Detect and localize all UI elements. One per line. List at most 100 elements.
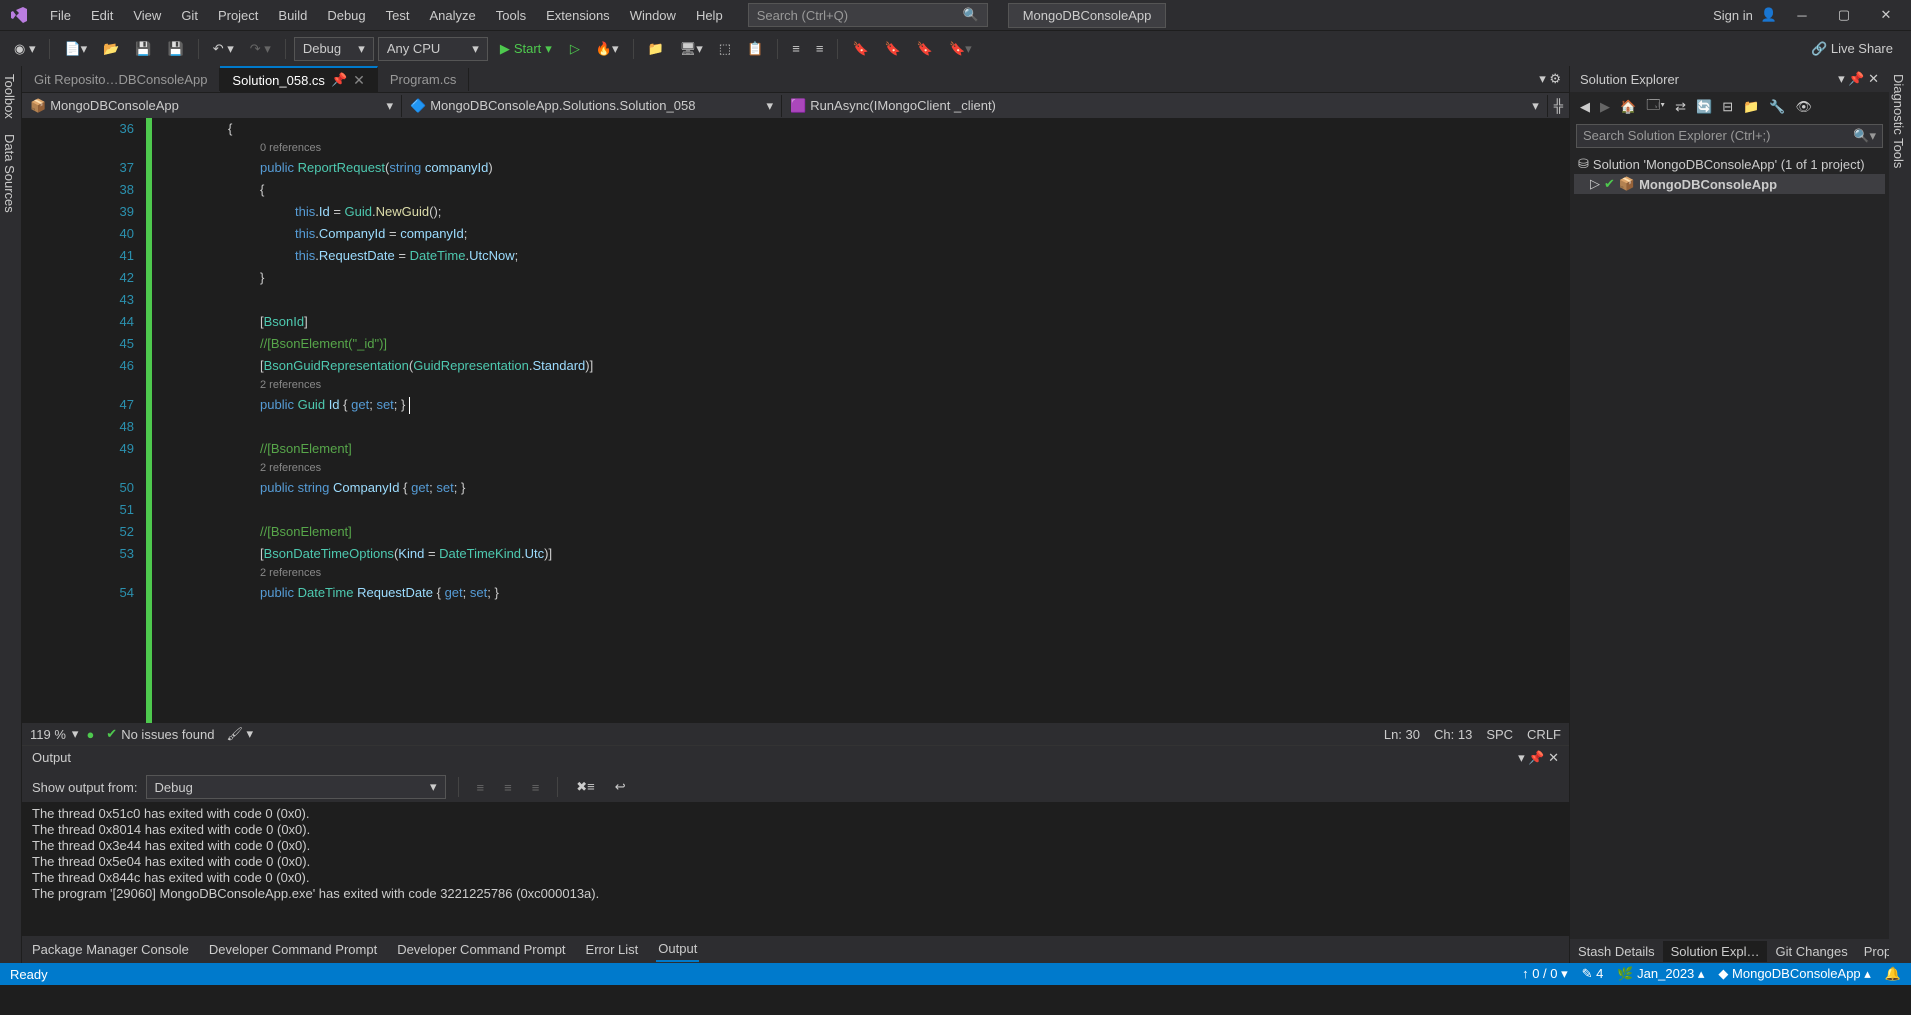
expand-icon[interactable]: ▷ <box>1590 176 1600 192</box>
menu-edit[interactable]: Edit <box>81 4 123 27</box>
bookmark-icon[interactable]: 🔖 <box>846 37 874 61</box>
tab-solution058[interactable]: Solution_058.cs 📌 ✕ <box>220 66 377 93</box>
git-updown[interactable]: ↑ 0 / 0 ▾ <box>1522 966 1568 982</box>
codelens[interactable]: 2 references <box>160 565 1569 582</box>
notifications-icon[interactable]: 🔔 <box>1885 966 1901 982</box>
wrap-icon[interactable]: ↩ <box>609 775 632 799</box>
project-node[interactable]: ▷ ✔ 📦 MongoDBConsoleApp <box>1574 174 1885 194</box>
platform-combo[interactable]: Any CPU▾ <box>378 37 488 61</box>
bookmark-icon[interactable]: 🔖 <box>879 37 907 61</box>
sync-icon[interactable]: ⇄ <box>1671 96 1690 118</box>
output-text[interactable]: The thread 0x51c0 has exited with code 0… <box>22 802 1569 935</box>
fwd-icon[interactable]: ▶ <box>1596 96 1614 118</box>
tab-package-manager[interactable]: Package Manager Console <box>30 938 191 961</box>
show-all-icon[interactable]: 📁 <box>1739 96 1763 118</box>
maximize-button[interactable]: ▢ <box>1827 1 1861 29</box>
tool-icon[interactable]: 📁 <box>642 37 670 61</box>
preview-icon[interactable]: 👁 <box>1791 96 1816 118</box>
back-button[interactable]: ◉ ▾ <box>8 37 41 61</box>
save-all-button[interactable]: 💾 <box>162 37 190 61</box>
menu-test[interactable]: Test <box>376 4 420 27</box>
tool-icon[interactable]: ≡ <box>471 776 491 799</box>
codelens[interactable]: 2 references <box>160 460 1569 477</box>
class-combo[interactable]: 🔷 MongoDBConsoleApp.Solutions.Solution_0… <box>402 95 782 117</box>
open-button[interactable]: 📂 <box>97 37 125 61</box>
tool-icon[interactable]: ≡ <box>498 776 518 799</box>
undo-button[interactable]: ↶ ▾ <box>207 37 240 61</box>
hot-reload-button[interactable]: 🔥▾ <box>590 37 625 61</box>
tab-dev-prompt[interactable]: Developer Command Prompt <box>207 938 379 961</box>
tool-icon[interactable]: ≡ <box>526 776 546 799</box>
code-editor[interactable]: 36 37 38 39 40 41 42 43 44 45 46 47 48 4… <box>22 118 1569 723</box>
menu-help[interactable]: Help <box>686 4 733 27</box>
menu-project[interactable]: Project <box>208 4 268 27</box>
bookmark-icon[interactable]: 🔖 <box>911 37 939 61</box>
issues-label[interactable]: No issues found <box>121 727 214 742</box>
tool-icon[interactable]: 📋 <box>741 37 769 61</box>
close-icon[interactable]: ✕ <box>353 72 365 89</box>
redo-button[interactable]: ↷ ▾ <box>244 37 277 61</box>
panel-controls[interactable]: ▾ 📌 ✕ <box>1838 71 1879 87</box>
live-share-button[interactable]: 🔗 Live Share <box>1801 37 1903 61</box>
codelens[interactable]: 0 references <box>160 140 1569 157</box>
clear-icon[interactable]: ✖≡ <box>570 775 600 799</box>
tool-icon[interactable]: ≡ <box>810 37 830 60</box>
project-combo[interactable]: 📦 MongoDBConsoleApp▾ <box>22 95 402 117</box>
properties-icon[interactable]: 🔧 <box>1765 96 1789 118</box>
split-icon[interactable]: ╬ <box>1548 98 1569 113</box>
tab-gitrepo[interactable]: Git Reposito…DBConsoleApp <box>22 68 220 91</box>
zoom-level[interactable]: 119 % <box>30 727 66 742</box>
tab-stash[interactable]: Stash Details <box>1570 941 1663 962</box>
start-without-debug-button[interactable]: ▷ <box>564 37 586 61</box>
refresh-icon[interactable]: 🔄 <box>1692 96 1716 118</box>
menu-build[interactable]: Build <box>268 4 317 27</box>
home-icon[interactable]: 🏠 <box>1616 96 1640 118</box>
git-branch[interactable]: 🌿 Jan_2023 ▴ <box>1617 966 1704 982</box>
code-content[interactable]: { 0 references public ReportRequest(stri… <box>152 118 1569 723</box>
menu-view[interactable]: View <box>123 4 171 27</box>
diagnostic-tools-tab[interactable]: Diagnostic Tools <box>1891 74 1906 168</box>
tool-icon[interactable]: ≡ <box>786 37 806 60</box>
tab-output[interactable]: Output <box>656 937 699 962</box>
close-button[interactable]: ✕ <box>1869 1 1903 29</box>
tab-git-changes[interactable]: Git Changes <box>1767 941 1855 962</box>
save-button[interactable]: 💾 <box>129 37 157 61</box>
new-project-button[interactable]: 📄▾ <box>58 37 93 61</box>
start-button[interactable]: ▶ Start ▾ <box>492 37 560 61</box>
window-options-icon[interactable]: ▾ ⚙ <box>1531 71 1569 87</box>
switch-icon[interactable]: 🗔▾ <box>1642 93 1669 121</box>
collapse-icon[interactable]: ⊟ <box>1718 96 1737 118</box>
search-input[interactable]: Search (Ctrl+Q) 🔍 <box>748 3 988 27</box>
method-combo[interactable]: 🟪 RunAsync(IMongoClient _client)▾ <box>782 95 1548 117</box>
menu-tools[interactable]: Tools <box>486 4 536 27</box>
menu-debug[interactable]: Debug <box>317 4 375 27</box>
indent-mode[interactable]: SPC <box>1486 727 1513 742</box>
tab-solution-explorer[interactable]: Solution Expl… <box>1663 941 1768 962</box>
output-source-combo[interactable]: Debug▾ <box>146 775 446 799</box>
brush-icon[interactable]: 🖌 ▾ <box>226 726 253 742</box>
codelens[interactable]: 2 references <box>160 377 1569 394</box>
menu-file[interactable]: File <box>40 4 81 27</box>
user-icon[interactable]: 👤 <box>1761 7 1777 23</box>
data-sources-tab[interactable]: Data Sources <box>2 134 17 213</box>
menu-window[interactable]: Window <box>620 4 686 27</box>
toolbox-tab[interactable]: Toolbox <box>2 74 17 119</box>
minimize-button[interactable]: ─ <box>1785 1 1819 29</box>
sign-in-button[interactable]: Sign in <box>1713 8 1753 23</box>
tab-program[interactable]: Program.cs <box>378 68 469 91</box>
line-ending[interactable]: CRLF <box>1527 727 1561 742</box>
back-icon[interactable]: ◀ <box>1576 96 1594 118</box>
bookmark-icon[interactable]: 🔖▾ <box>943 37 978 61</box>
menu-extensions[interactable]: Extensions <box>536 4 620 27</box>
git-changes-count[interactable]: ✎ 4 <box>1582 966 1604 982</box>
tool-icon[interactable]: 🖥▾ <box>674 37 709 61</box>
configuration-combo[interactable]: Debug▾ <box>294 37 374 61</box>
tab-error-list[interactable]: Error List <box>584 938 641 961</box>
menu-git[interactable]: Git <box>171 4 208 27</box>
tab-dev-prompt-2[interactable]: Developer Command Prompt <box>395 938 567 961</box>
solution-tree[interactable]: ⛁ Solution 'MongoDBConsoleApp' (1 of 1 p… <box>1570 150 1889 939</box>
menu-analyze[interactable]: Analyze <box>419 4 485 27</box>
solution-search-input[interactable]: Search Solution Explorer (Ctrl+;) 🔍▾ <box>1576 124 1883 148</box>
pin-icon[interactable]: 📌 <box>331 72 347 88</box>
tool-icon[interactable]: ⬚ <box>713 37 737 61</box>
